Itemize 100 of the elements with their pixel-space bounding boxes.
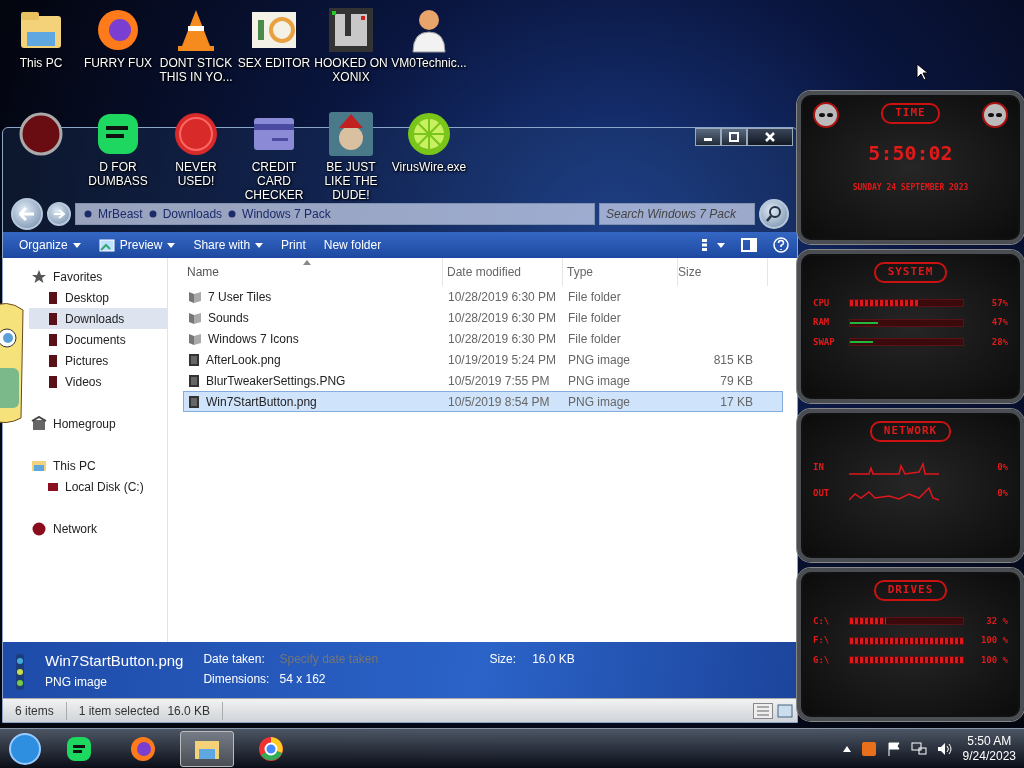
- meter-label: C:\: [813, 614, 831, 628]
- forward-arrow-icon: [53, 209, 65, 219]
- orb-icon: [17, 110, 65, 158]
- meter-label: OUT: [813, 486, 831, 500]
- house-icon: [31, 415, 47, 432]
- toolbar-button[interactable]: Print: [273, 233, 314, 257]
- up-caret-icon[interactable]: [842, 745, 851, 752]
- panel-title: DRIVES: [873, 580, 948, 601]
- toolbar-button[interactable]: Preview: [90, 233, 184, 257]
- column-header[interactable]: Size: [678, 258, 768, 286]
- forward-button[interactable]: [47, 202, 71, 226]
- panel-title: TIME: [881, 103, 940, 124]
- file-name[interactable]: Win7StartButton.png: [206, 392, 317, 411]
- file-size: 815 KB: [712, 351, 754, 369]
- clock[interactable]: 5:50 AM 9/24/2023: [962, 733, 1016, 764]
- close-button[interactable]: [747, 128, 793, 146]
- desktop-icon-label[interactable]: SEX EDITOR: [237, 56, 311, 70]
- caret-icon: [717, 242, 725, 248]
- round-logo-icon[interactable]: [172, 110, 220, 158]
- nav-item[interactable]: Favorites: [29, 266, 167, 287]
- folder-icon: [47, 353, 59, 368]
- search-field[interactable]: Search Windows 7 Pack: [599, 203, 755, 225]
- meter-label: F:\: [813, 634, 831, 647]
- tray-app-icon[interactable]: [860, 740, 877, 757]
- document-icon: [188, 394, 200, 409]
- item-count: 6 items: [3, 701, 67, 720]
- back-button[interactable]: [11, 198, 43, 230]
- column-header[interactable]: Date modified: [443, 258, 563, 286]
- meter-label: SWAP: [813, 335, 836, 349]
- selection-count: 1 item selected: [78, 702, 160, 720]
- toolbar-button[interactable]: New folder: [315, 233, 390, 257]
- meter-label: CPU: [813, 296, 831, 310]
- field-value: 54 x 162: [279, 671, 327, 688]
- maximize-button[interactable]: [721, 128, 747, 146]
- breadcrumb-item[interactable]: Windows 7 Pack: [242, 205, 331, 223]
- desktop-icon-label[interactable]: D FOR DUMBASS: [79, 160, 157, 188]
- maze-game-icon[interactable]: [327, 6, 375, 54]
- file-row[interactable]: Sounds 10/28/2019 6:30 PM File folder: [183, 307, 783, 328]
- meter-reading: 47%: [990, 316, 1008, 329]
- desktop-icon-label[interactable]: VirusWire.exe: [391, 160, 467, 174]
- file-row[interactable]: 7 User Tiles 10/28/2019 6:30 PM File folder: [183, 286, 783, 307]
- column-header[interactable]: Type: [563, 258, 678, 286]
- nav-item[interactable]: Documents: [29, 329, 167, 350]
- folder-icon: [47, 332, 59, 347]
- minimize-button[interactable]: [695, 128, 721, 146]
- date-modified: 10/5/2019 8:54 PM: [447, 393, 551, 411]
- nav-item[interactable]: Network: [29, 518, 167, 539]
- search-button[interactable]: [759, 199, 789, 229]
- file-type: File folder: [567, 330, 622, 348]
- lime-slice-icon[interactable]: [405, 110, 453, 158]
- file-size: 79 KB: [719, 372, 754, 390]
- nav-item[interactable]: Homegroup: [29, 413, 167, 434]
- details-view-icon[interactable]: [753, 702, 773, 719]
- picture-block-icon[interactable]: [327, 110, 375, 158]
- desktop-icon-label[interactable]: CREDIT CARD CHECKER: [235, 160, 313, 202]
- desktop-icon-label[interactable]: FURRY FUX: [83, 56, 153, 70]
- view-options-button[interactable]: [701, 238, 725, 252]
- flag-icon[interactable]: [886, 741, 901, 756]
- file-name[interactable]: Sounds: [208, 308, 249, 327]
- column-header[interactable]: Name: [183, 258, 443, 286]
- desktop-icon-label[interactable]: VM0Technic...: [391, 56, 467, 70]
- date-taken-field[interactable]: Specify date taken: [279, 650, 410, 668]
- meter-label: IN: [813, 460, 825, 474]
- file-name[interactable]: Windows 7 Icons: [208, 329, 299, 348]
- nav-item[interactable]: Local Disk (C:): [29, 476, 167, 497]
- round-logo-icon: [257, 734, 285, 763]
- file-type: File folder: [567, 309, 622, 327]
- start-orb-icon[interactable]: [8, 731, 42, 766]
- nav-item[interactable]: Videos: [29, 371, 167, 392]
- toolbar-button[interactable]: Organize: [11, 233, 89, 257]
- network-icon[interactable]: [910, 741, 927, 756]
- panel-title: NETWORK: [869, 421, 952, 442]
- meter-reading: 28%: [990, 335, 1008, 349]
- desktop-icon-label[interactable]: HOOKED ON XONIX: [312, 56, 390, 84]
- desktop-icon-label[interactable]: DONT STICK THIS IN YO...: [157, 56, 235, 84]
- preview-pane-icon[interactable]: [741, 238, 757, 252]
- file-name[interactable]: 7 User Tiles: [208, 287, 272, 306]
- file-row[interactable]: AfterLook.png 10/19/2019 5:24 PM PNG image 815 KB: [183, 349, 783, 370]
- address-bar[interactable]: MrBeast Downloads Windows 7 Pack: [75, 203, 595, 225]
- breadcrumb-item[interactable]: Downloads: [162, 205, 223, 223]
- meter-label: RAM: [813, 316, 831, 329]
- help-icon[interactable]: [773, 237, 789, 253]
- file-row[interactable]: BlurTweakerSettings.PNG 10/5/2019 7:55 PM PNG image 79 KB: [183, 370, 783, 391]
- desktop-icon-label[interactable]: NEVER USED!: [157, 160, 235, 188]
- nav-item[interactable]: Pictures: [29, 350, 167, 371]
- desktop-icon-label[interactable]: BE JUST LIKE THE DUDE!: [312, 160, 390, 202]
- desktop-icon-label[interactable]: This PC: [19, 56, 63, 70]
- file-size: 17 KB: [719, 393, 754, 411]
- file-name[interactable]: AfterLook.png: [206, 350, 281, 369]
- breadcrumb-item[interactable]: MrBeast: [98, 205, 143, 223]
- nav-item[interactable]: Desktop: [29, 287, 167, 308]
- toolbar-button[interactable]: Share with: [185, 233, 272, 257]
- nav-item[interactable]: Downloads: [29, 308, 167, 329]
- file-row[interactable]: Windows 7 Icons 10/28/2019 6:30 PM File folder: [183, 328, 783, 349]
- speaker-icon[interactable]: [936, 741, 953, 756]
- search-icon: [766, 206, 782, 222]
- file-row[interactable]: Win7StartButton.png 10/5/2019 8:54 PM PNG image 17 KB: [183, 391, 783, 412]
- thumbnail-view-icon[interactable]: [777, 702, 793, 719]
- file-name[interactable]: BlurTweakerSettings.PNG: [206, 371, 346, 390]
- nav-item[interactable]: This PC: [29, 455, 167, 476]
